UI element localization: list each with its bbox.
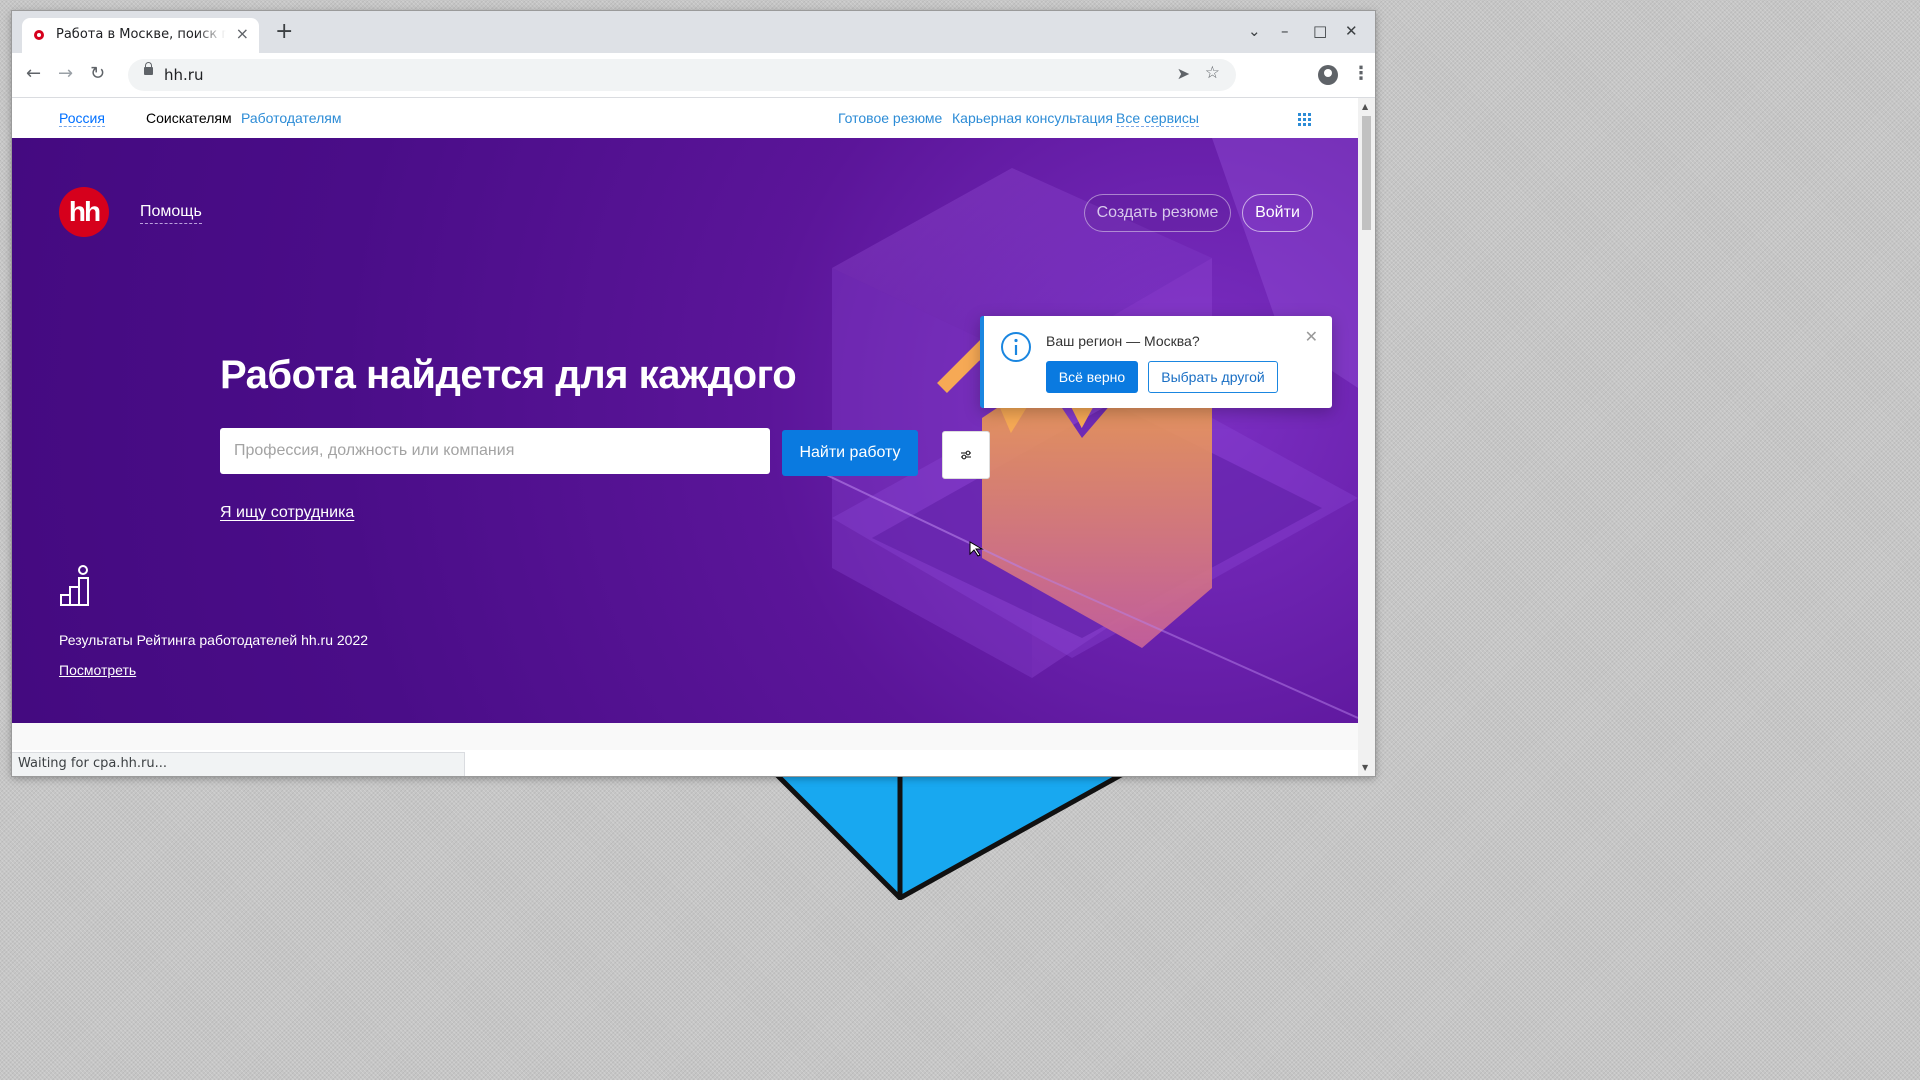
- top-navigation: Россия Соискателям Работодателям Готовое…: [12, 98, 1358, 138]
- scrollbar-thumb[interactable]: [1362, 116, 1371, 230]
- ready-resume-link[interactable]: Готовое резюме: [838, 110, 942, 126]
- info-icon: [1001, 332, 1031, 362]
- browser-toolbar: ← → ↻ hh.ru ➤ ☆ ⋮: [12, 53, 1375, 98]
- back-arrow-icon[interactable]: ←: [26, 63, 41, 85]
- employers-link[interactable]: Работодателям: [241, 110, 342, 126]
- scroll-down-arrow-icon[interactable]: ▼: [1362, 763, 1368, 772]
- hero-headline: Работа найдется для каждого: [220, 353, 797, 397]
- seekers-link[interactable]: Соискателям: [146, 110, 232, 126]
- url-text: hh.ru: [164, 66, 204, 84]
- region-link[interactable]: Россия: [59, 110, 105, 127]
- close-window-icon[interactable]: ✕: [1345, 22, 1358, 40]
- create-resume-button[interactable]: Создать резюме: [1084, 194, 1231, 232]
- kebab-menu-icon[interactable]: ⋮: [1352, 63, 1370, 85]
- hero-banner: hh Помощь Создать резюме Войти Работа на…: [12, 138, 1358, 723]
- profile-avatar-icon[interactable]: [1318, 65, 1338, 85]
- employer-link[interactable]: Я ищу сотрудника: [220, 504, 354, 522]
- desktop-cube-graphic: [770, 770, 1136, 900]
- rating-chart-icon: [60, 565, 89, 606]
- rating-view-link[interactable]: Посмотреть: [59, 662, 136, 678]
- new-tab-icon[interactable]: +: [275, 20, 293, 44]
- tab-bar: Работа в Москве, поиск п × + ⌄ – □ ✕: [12, 11, 1375, 53]
- hh-logo[interactable]: hh: [59, 187, 109, 237]
- region-confirm-button[interactable]: Всё верно: [1046, 361, 1138, 393]
- job-search-input[interactable]: [220, 428, 770, 474]
- apps-grid-icon[interactable]: [1298, 113, 1311, 126]
- address-bar[interactable]: hh.ru ➤ ☆: [128, 59, 1236, 91]
- browser-window: Работа в Москве, поиск п × + ⌄ – □ ✕ ← →…: [12, 11, 1375, 776]
- minimize-icon[interactable]: –: [1281, 22, 1289, 40]
- close-popup-icon[interactable]: ✕: [1305, 330, 1318, 346]
- forward-arrow-icon[interactable]: →: [58, 63, 73, 85]
- all-services-link[interactable]: Все сервисы: [1116, 110, 1199, 127]
- tab-title: Работа в Москве, поиск п: [56, 27, 226, 42]
- career-consult-link[interactable]: Карьерная консультация: [952, 110, 1113, 126]
- lock-icon: [144, 62, 153, 75]
- bookmark-star-icon[interactable]: ☆: [1205, 63, 1220, 83]
- login-button[interactable]: Войти: [1242, 194, 1313, 232]
- scroll-up-arrow-icon[interactable]: ▲: [1362, 102, 1368, 111]
- send-icon[interactable]: ➤: [1177, 64, 1190, 83]
- page-below-hero: [12, 723, 1358, 750]
- mouse-cursor-icon: [969, 541, 984, 557]
- region-popup: Ваш регион — Москва? ✕ Всё верно Выбрать…: [980, 316, 1332, 408]
- filter-sliders-icon: [961, 450, 971, 460]
- help-link[interactable]: Помощь: [140, 203, 202, 224]
- hh-favicon-icon: [34, 30, 44, 40]
- rating-text: Результаты Рейтинга работодателей hh.ru …: [59, 632, 369, 648]
- page-viewport: Россия Соискателям Работодателям Готовое…: [12, 98, 1358, 750]
- maximize-icon[interactable]: □: [1313, 22, 1327, 40]
- browser-tab[interactable]: Работа в Москве, поиск п ×: [22, 18, 259, 53]
- status-bar: Waiting for cpa.hh.ru...: [12, 752, 465, 776]
- close-tab-icon[interactable]: ×: [236, 25, 249, 43]
- advanced-search-button[interactable]: [942, 431, 990, 479]
- tab-search-chevron-icon[interactable]: ⌄: [1248, 22, 1261, 40]
- region-question: Ваш регион — Москва?: [1046, 333, 1200, 349]
- region-choose-other-button[interactable]: Выбрать другой: [1148, 361, 1278, 393]
- find-job-button[interactable]: Найти работу: [782, 430, 918, 476]
- vertical-scrollbar[interactable]: ▲ ▼: [1358, 98, 1375, 776]
- reload-icon[interactable]: ↻: [90, 63, 105, 85]
